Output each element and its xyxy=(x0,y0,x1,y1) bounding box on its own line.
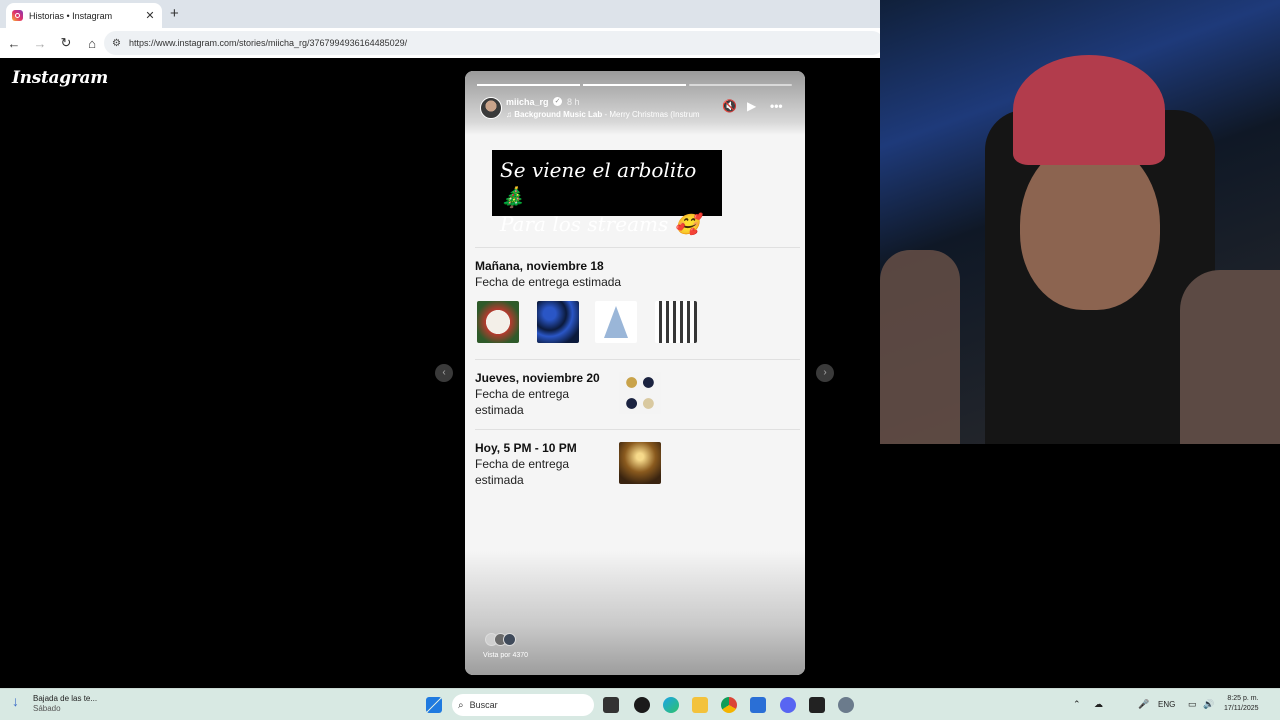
delivery-heading: Jueves, noviembre 20 xyxy=(475,371,600,385)
network-icon[interactable]: ▭ xyxy=(1188,699,1197,710)
instagram-logo[interactable]: Instagram xyxy=(12,68,108,88)
progress-segment xyxy=(689,84,792,86)
banner-line-2: Para los streams 🥰 xyxy=(500,212,700,236)
tray-chevron-icon[interactable]: ⌃ xyxy=(1073,699,1081,710)
arm-area xyxy=(880,250,960,444)
music-note-icon: ♫ xyxy=(506,110,515,119)
avatar[interactable] xyxy=(480,97,502,119)
tree-shape xyxy=(604,306,628,338)
verified-badge-icon: ✓ xyxy=(553,97,562,106)
clock-time: 8:25 p. m. xyxy=(1227,695,1259,702)
previous-story-arrow-icon[interactable]: ‹ xyxy=(435,364,453,382)
volume-icon[interactable]: 🔊 xyxy=(1203,699,1214,710)
delivery-subtitle: Fecha de entrega estimada xyxy=(475,457,570,487)
divider xyxy=(475,247,800,248)
chrome-icon[interactable] xyxy=(721,697,737,713)
microphone-icon[interactable]: 🎤 xyxy=(1138,699,1149,710)
search-placeholder: Buscar xyxy=(469,700,498,710)
new-tab-button[interactable]: + xyxy=(170,6,179,21)
product-thumbnail xyxy=(655,301,697,343)
progress-fill xyxy=(583,84,686,86)
delivery-heading: Hoy, 5 PM - 10 PM xyxy=(475,441,577,455)
browser-window: Historias • Instagram ✕ + ← → ↻ ⌂ ⚙ http… xyxy=(0,0,884,688)
language-indicator[interactable]: ENG xyxy=(1158,700,1175,709)
weather-icon: ↓ xyxy=(12,693,19,709)
divider xyxy=(475,429,800,430)
weather-line-2: Sábado xyxy=(33,704,61,713)
story-viewer[interactable]: miicha_rg ✓ 8 h ♫ Background Music Lab -… xyxy=(465,71,805,675)
onedrive-icon[interactable]: ☁ xyxy=(1094,699,1103,710)
delivery-heading: Mañana, noviembre 18 xyxy=(475,259,604,273)
file-explorer-icon[interactable] xyxy=(692,697,708,713)
product-thumbnail xyxy=(619,442,661,484)
mute-icon[interactable]: 🔇 xyxy=(722,100,737,112)
red-cap xyxy=(1013,55,1165,165)
viewer-avatars[interactable] xyxy=(485,633,516,646)
instagram-favicon-icon xyxy=(12,10,23,21)
tab-title: Historias • Instagram xyxy=(29,10,113,21)
viewer-avatar xyxy=(503,633,516,646)
tab-strip: Historias • Instagram ✕ + xyxy=(0,0,880,28)
reload-icon[interactable]: ↻ xyxy=(54,31,78,55)
home-icon[interactable]: ⌂ xyxy=(80,31,104,55)
store-icon[interactable] xyxy=(750,697,766,713)
next-story-arrow-icon[interactable]: › xyxy=(816,364,834,382)
music-artist: Background Music Lab xyxy=(514,110,603,119)
music-track: - Merry Christmas (Instrum xyxy=(602,110,700,119)
story-text-banner: Se viene el arbolito 🎄 Para los streams … xyxy=(492,150,722,236)
windows-start-icon[interactable] xyxy=(426,697,442,713)
progress-segment xyxy=(477,84,580,86)
webcam-overlay xyxy=(880,0,1280,444)
weather-widget[interactable]: ↓ Bajada de las te... Sábado xyxy=(12,694,97,714)
divider xyxy=(475,359,800,360)
system-clock[interactable]: 8:25 p. m. 17/11/2025 xyxy=(1224,694,1259,714)
product-thumbnail xyxy=(477,301,519,343)
play-icon[interactable]: ▶ xyxy=(747,100,756,112)
task-view-icon[interactable] xyxy=(603,697,619,713)
username[interactable]: miicha_rg xyxy=(506,97,549,107)
weather-line-1: Bajada de las te... xyxy=(33,694,98,703)
taskbar-search[interactable]: ⌕ Buscar xyxy=(452,694,594,716)
delivery-subtitle: Fecha de entrega estimada xyxy=(475,387,570,417)
close-tab-icon[interactable]: ✕ xyxy=(144,9,156,22)
banner-line-1: Se viene el arbolito 🎄 xyxy=(500,158,697,209)
forward-icon[interactable]: → xyxy=(28,31,52,55)
shoulder-area xyxy=(1180,270,1280,444)
edge-icon[interactable] xyxy=(663,697,679,713)
music-label[interactable]: ♫ Background Music Lab - Merry Christmas… xyxy=(506,110,711,119)
progress-segment xyxy=(583,84,686,86)
time-ago: 8 h xyxy=(567,97,580,107)
navigation-bar: ← → ↻ ⌂ ⚙ https://www.instagram.com/stor… xyxy=(0,28,884,58)
browser-tab[interactable]: Historias • Instagram ✕ xyxy=(6,3,162,28)
site-info-icon[interactable]: ⚙ xyxy=(112,38,121,49)
product-thumbnail xyxy=(595,301,637,343)
settings-icon[interactable] xyxy=(838,697,854,713)
product-thumbnail xyxy=(619,372,661,414)
views-count[interactable]: Vista por 4370 xyxy=(483,652,528,659)
clock-date: 17/11/2025 xyxy=(1224,705,1259,712)
delivery-subtitle: Fecha de entrega estimada xyxy=(475,275,622,289)
product-thumbnail xyxy=(537,301,579,343)
progress-fill xyxy=(477,84,580,86)
face-area xyxy=(1020,140,1160,310)
address-bar[interactable]: ⚙ https://www.instagram.com/stories/miic… xyxy=(104,31,884,55)
epic-games-icon[interactable] xyxy=(809,697,825,713)
url-text: https://www.instagram.com/stories/miicha… xyxy=(128,38,408,48)
search-icon: ⌕ xyxy=(458,699,464,711)
discord-icon[interactable] xyxy=(780,697,796,713)
back-icon[interactable]: ← xyxy=(2,31,26,55)
more-icon[interactable]: ••• xyxy=(770,100,783,112)
obs-icon[interactable] xyxy=(634,697,650,713)
windows-taskbar: ↓ Bajada de las te... Sábado ⌕ Buscar ⌃ … xyxy=(0,688,1280,720)
